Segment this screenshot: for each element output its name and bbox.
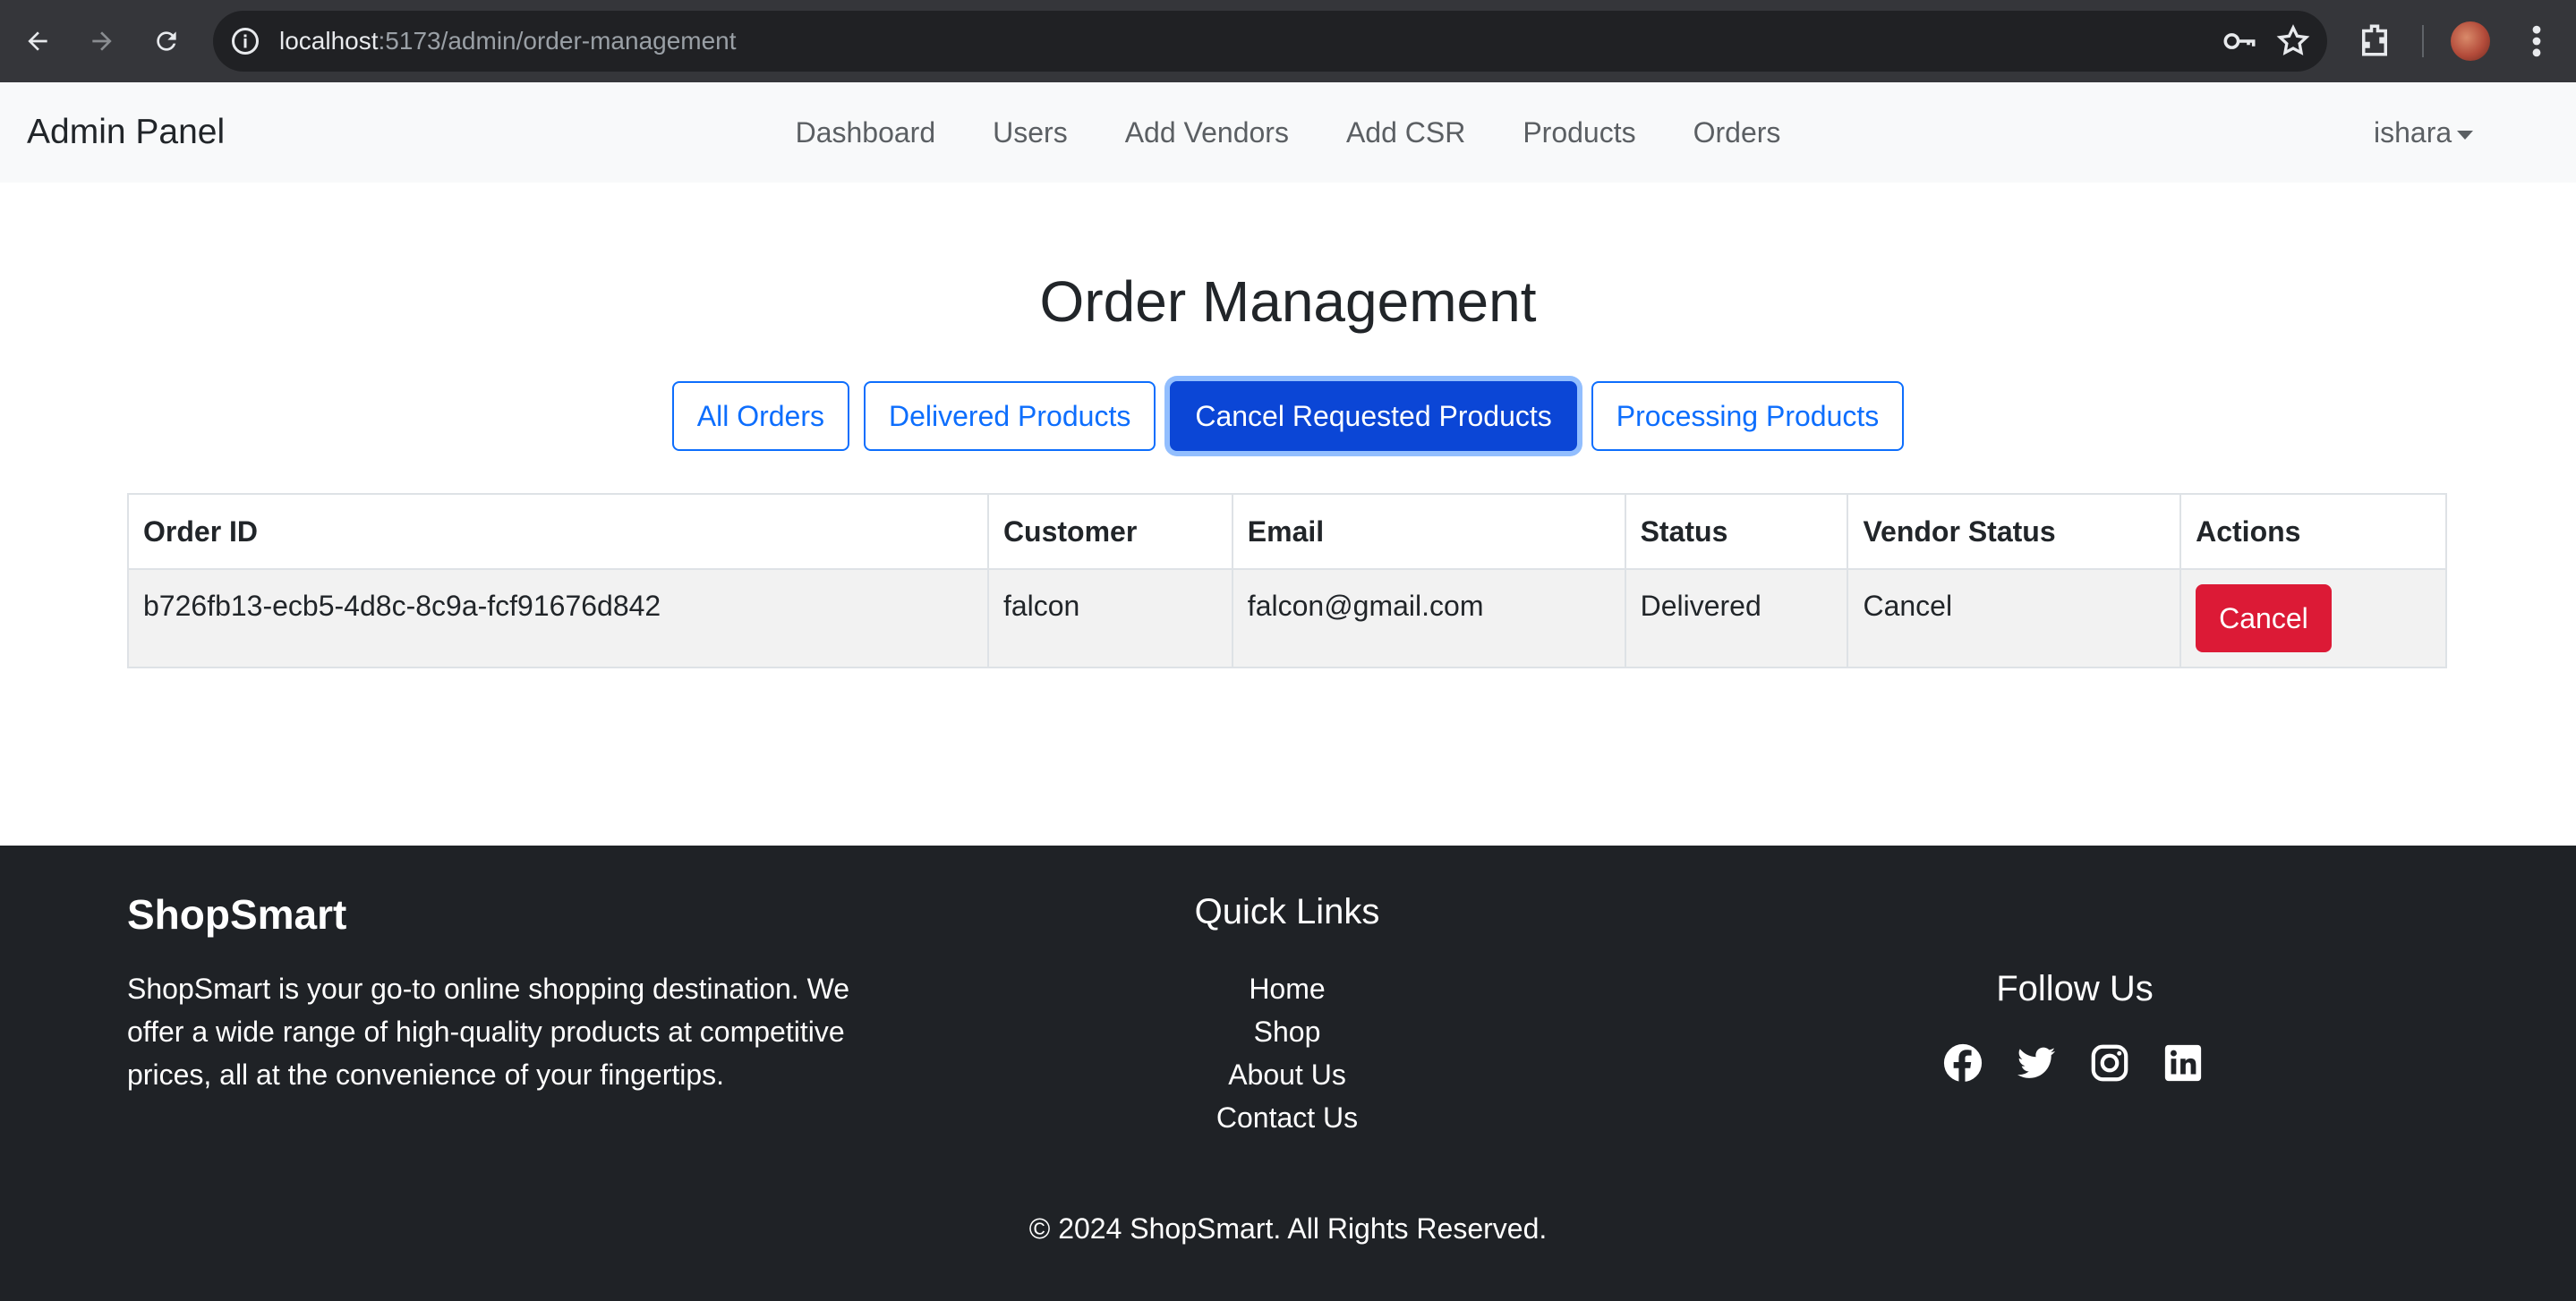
instagram-icon[interactable] xyxy=(2089,1042,2130,1084)
cell-vendor-status: Cancel xyxy=(1847,568,2182,668)
arrow-left-icon xyxy=(28,31,47,51)
page-title: Order Management xyxy=(1039,269,1537,334)
quick-links-title: Quick Links xyxy=(1194,892,1380,931)
key-icon[interactable] xyxy=(2222,25,2257,57)
user-name: ishara xyxy=(2374,116,2452,149)
extensions-icon[interactable] xyxy=(2356,21,2393,59)
toolbar-divider xyxy=(2422,25,2424,57)
cell-order-id: b726fb13-ecb5-4d8c-8c9a-fcf91676d842 xyxy=(127,568,989,668)
cell-email: falcon@gmail.com xyxy=(1231,568,1626,668)
back-button[interactable] xyxy=(16,20,59,63)
profile-avatar[interactable] xyxy=(2451,21,2490,61)
address-bar[interactable]: localhost:5173/admin/order-management xyxy=(213,11,2327,72)
browser-toolbar: localhost:5173/admin/order-management xyxy=(0,0,2576,82)
footer-link-shop[interactable]: Shop xyxy=(1108,1010,1466,1053)
more-vert-icon[interactable] xyxy=(2522,21,2551,61)
twitter-icon[interactable] xyxy=(2016,1042,2057,1084)
nav-dashboard[interactable]: Dashboard xyxy=(767,82,965,183)
cell-actions: Cancel xyxy=(2179,568,2447,668)
filter-all-orders[interactable]: All Orders xyxy=(671,381,849,451)
url-text: localhost:5173/admin/order-management xyxy=(279,27,737,55)
header-vendor-status: Vendor Status xyxy=(1847,493,2182,570)
site-footer: ShopSmart ShopSmart is your go-to online… xyxy=(0,846,2576,1301)
user-dropdown[interactable]: ishara xyxy=(2374,82,2474,183)
nav-users[interactable]: Users xyxy=(964,82,1096,183)
footer-brand: ShopSmart xyxy=(127,891,347,938)
footer-link-home[interactable]: Home xyxy=(1108,967,1466,1010)
header-status: Status xyxy=(1624,493,1849,570)
table-row: b726fb13-ecb5-4d8c-8c9a-fcf91676d842 fal… xyxy=(127,568,2447,668)
cancel-order-button[interactable]: Cancel xyxy=(2196,584,2332,652)
caret-down-icon xyxy=(2457,130,2474,140)
linkedin-icon[interactable] xyxy=(2162,1042,2204,1084)
header-customer: Customer xyxy=(986,493,1233,570)
header-actions: Actions xyxy=(2179,493,2447,570)
nav-add-vendors[interactable]: Add Vendors xyxy=(1096,82,1318,183)
reload-icon xyxy=(157,31,176,51)
copyright: © 2024 ShopSmart. All Rights Reserved. xyxy=(1028,1212,1548,1245)
cell-customer: falcon xyxy=(986,568,1233,668)
info-icon[interactable] xyxy=(229,25,261,57)
header-email: Email xyxy=(1231,493,1626,570)
table-header-row: Order ID Customer Email Status Vendor St… xyxy=(127,493,2447,570)
nav-products[interactable]: Products xyxy=(1494,82,1664,183)
filter-processing-products[interactable]: Processing Products xyxy=(1591,381,1905,451)
facebook-icon[interactable] xyxy=(1942,1042,1983,1084)
filter-delivered-products[interactable]: Delivered Products xyxy=(863,381,1156,451)
follow-us-title: Follow Us xyxy=(1996,969,2154,1008)
order-filter-group: All Orders Delivered Products Cancel Req… xyxy=(0,381,2576,451)
admin-navbar: Admin Panel Dashboard Users Add Vendors … xyxy=(0,82,2576,183)
forward-button[interactable] xyxy=(81,20,124,63)
orders-table: Order ID Customer Email Status Vendor St… xyxy=(127,493,2447,668)
filter-cancel-requested-products[interactable]: Cancel Requested Products xyxy=(1170,381,1577,451)
social-links xyxy=(1942,1042,2204,1084)
star-icon[interactable] xyxy=(2275,23,2311,59)
header-order-id: Order ID xyxy=(127,493,989,570)
footer-link-about-us[interactable]: About Us xyxy=(1108,1053,1466,1096)
nav-add-csr[interactable]: Add CSR xyxy=(1318,82,1494,183)
footer-description: ShopSmart is your go-to online shopping … xyxy=(127,973,849,1091)
quick-links: Home Shop About Us Contact Us xyxy=(1108,967,1466,1139)
reload-button[interactable] xyxy=(145,20,188,63)
nav-orders[interactable]: Orders xyxy=(1665,82,1810,183)
footer-link-contact-us[interactable]: Contact Us xyxy=(1108,1096,1466,1139)
arrow-right-icon xyxy=(92,31,112,51)
cell-status: Delivered xyxy=(1624,568,1849,668)
nav-links: Dashboard Users Add Vendors Add CSR Prod… xyxy=(0,82,2576,183)
